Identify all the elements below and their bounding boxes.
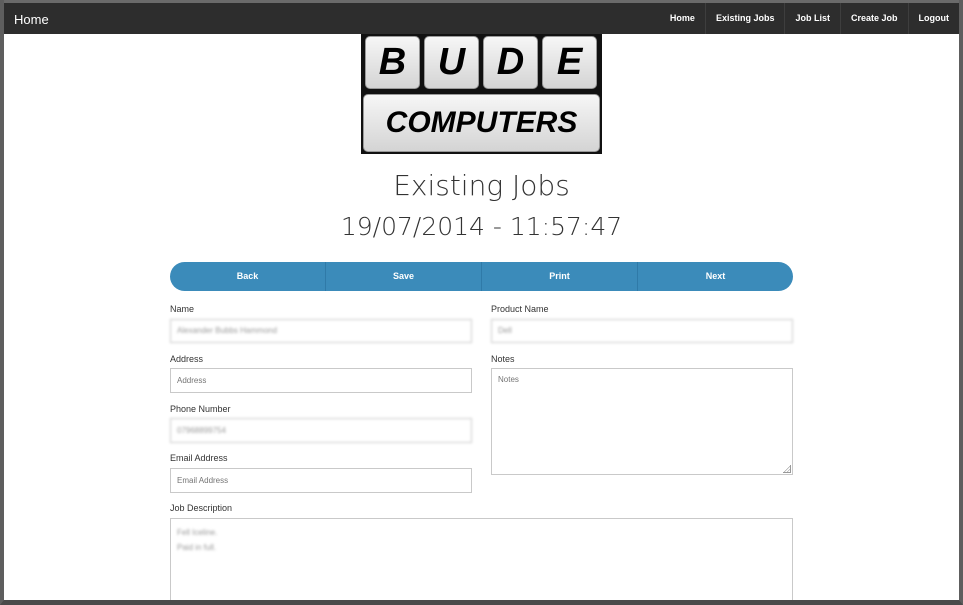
name-field[interactable]: Alexander Bubbs Hammond bbox=[170, 319, 472, 343]
address-label: Address bbox=[170, 354, 204, 364]
back-button[interactable]: Back bbox=[170, 262, 325, 291]
page-title: Existing Jobs bbox=[393, 169, 570, 202]
job-timestamp: 19/07/2014 - 11:57:47 bbox=[340, 212, 623, 241]
brand-home-link[interactable]: Home bbox=[14, 12, 49, 27]
nav-job-list-link[interactable]: Job List bbox=[784, 3, 840, 34]
phone-field[interactable]: 07968899754 bbox=[170, 418, 472, 443]
print-button[interactable]: Print bbox=[481, 262, 637, 291]
email-field[interactable] bbox=[170, 468, 472, 493]
nav-links: Home Existing Jobs Job List Create Job L… bbox=[660, 3, 959, 34]
logo-key-u: U bbox=[424, 36, 479, 89]
logo-key-b: B bbox=[365, 36, 420, 89]
email-label: Email Address bbox=[170, 453, 228, 463]
phone-label: Phone Number bbox=[170, 404, 231, 414]
job-description-line: Paid in full. bbox=[177, 543, 217, 552]
save-button[interactable]: Save bbox=[325, 262, 481, 291]
nav-existing-jobs-link[interactable]: Existing Jobs bbox=[704, 3, 785, 34]
top-navbar: Home Home Existing Jobs Job List Create … bbox=[0, 0, 963, 34]
nav-home-link[interactable]: Home bbox=[660, 3, 705, 34]
notes-field[interactable] bbox=[491, 368, 793, 475]
logo-key-d: D bbox=[483, 36, 538, 89]
bude-computers-logo: B U D E COMPUTERS bbox=[361, 34, 602, 154]
product-name-label: Product Name bbox=[491, 304, 549, 314]
next-button[interactable]: Next bbox=[637, 262, 793, 291]
nav-create-job-link[interactable]: Create Job bbox=[839, 3, 908, 34]
action-button-bar: Back Save Print Next bbox=[170, 262, 793, 291]
job-description-line: Fell Iceline. bbox=[177, 528, 218, 537]
product-name-field[interactable]: Dell bbox=[491, 319, 793, 343]
logo-key-e: E bbox=[542, 36, 597, 89]
logo-key-computers: COMPUTERS bbox=[363, 94, 600, 152]
nav-logout-link[interactable]: Logout bbox=[907, 3, 960, 34]
name-label: Name bbox=[170, 304, 195, 314]
notes-label: Notes bbox=[491, 354, 515, 364]
job-description-label: Job Description bbox=[170, 503, 233, 513]
job-description-field[interactable]: Fell Iceline. Paid in full. bbox=[170, 518, 793, 605]
notes-resize-handle[interactable] bbox=[783, 465, 791, 473]
address-field[interactable] bbox=[170, 368, 472, 393]
